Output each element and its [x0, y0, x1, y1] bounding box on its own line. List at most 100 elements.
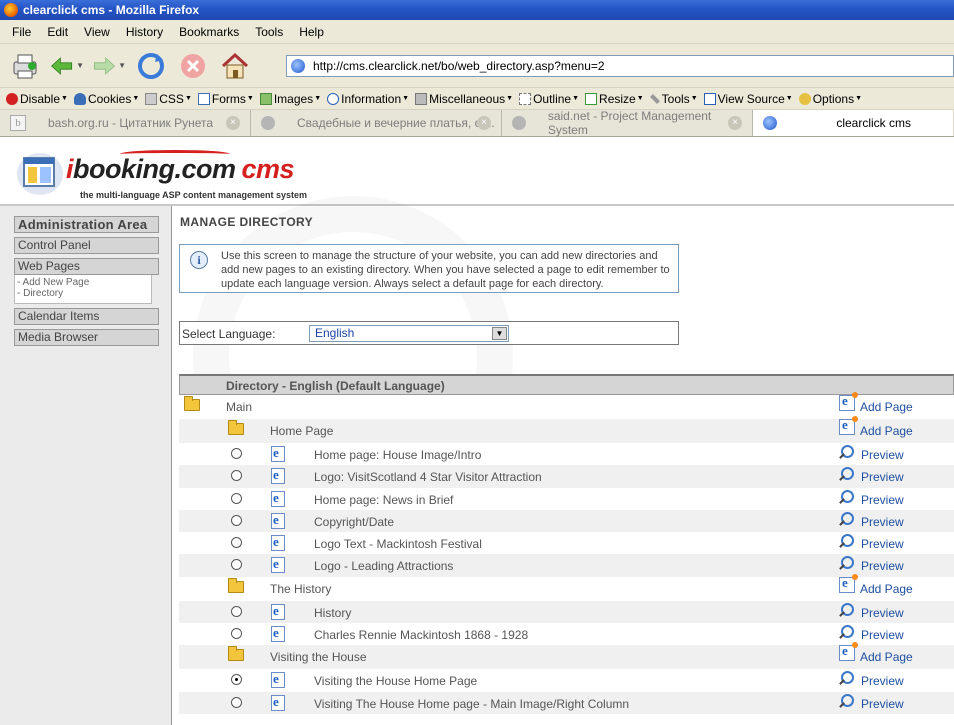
- page-icon[interactable]: [271, 671, 285, 689]
- sidebar-item-control-panel[interactable]: Control Panel: [14, 237, 159, 254]
- page-icon[interactable]: [271, 534, 285, 552]
- directory-name[interactable]: Home Page: [270, 424, 333, 438]
- sidebar: Administration Area Control Panel Web Pa…: [0, 206, 172, 725]
- default-page-radio[interactable]: [231, 628, 242, 640]
- page-icon[interactable]: [271, 445, 285, 462]
- preview-link[interactable]: Preview: [839, 601, 904, 623]
- info-icon: [327, 92, 340, 105]
- devbar-tools[interactable]: Tools ▼: [649, 92, 698, 106]
- preview-link[interactable]: Preview: [839, 465, 904, 487]
- close-tab-icon[interactable]: ×: [226, 116, 240, 130]
- page-icon[interactable]: [271, 467, 285, 485]
- sidebar-item-media-browser[interactable]: Media Browser: [14, 329, 159, 346]
- page-name[interactable]: History: [314, 606, 351, 620]
- page-name[interactable]: Visiting the House Home Page: [314, 674, 477, 688]
- directory-name[interactable]: Main: [226, 400, 252, 414]
- menu-history[interactable]: History: [126, 25, 163, 39]
- page-icon[interactable]: [271, 512, 285, 529]
- forward-button[interactable]: ▼: [92, 49, 126, 83]
- back-button[interactable]: ▼: [50, 49, 84, 83]
- stop-button[interactable]: [176, 49, 210, 83]
- page-name[interactable]: Logo Text - Mackintosh Festival: [314, 537, 482, 551]
- preview-link[interactable]: Preview: [839, 532, 904, 554]
- menu-file[interactable]: File: [12, 25, 31, 39]
- page-icon[interactable]: [271, 603, 285, 620]
- devbar-miscellaneous[interactable]: Miscellaneous ▼: [415, 92, 513, 106]
- preview-link[interactable]: Preview: [839, 692, 904, 714]
- default-page-radio[interactable]: [231, 492, 242, 504]
- default-page-radio[interactable]: [231, 605, 242, 617]
- add-page-link[interactable]: Add Page: [839, 573, 913, 599]
- default-page-radio[interactable]: [231, 514, 242, 526]
- devbar-css[interactable]: CSS ▼: [145, 92, 192, 106]
- add-page-link[interactable]: Add Page: [839, 392, 913, 417]
- reload-button[interactable]: [134, 49, 168, 83]
- tab-said-net[interactable]: said.net - Project Management System ×: [502, 109, 753, 137]
- sidebar-item-add-new-page[interactable]: - Add New Page: [17, 277, 151, 288]
- page-name[interactable]: Logo: VisitScotland 4 Star Visitor Attra…: [314, 470, 542, 484]
- tab-bash[interactable]: b bash.org.ru - Цитатник Рунета ×: [0, 110, 251, 136]
- devbar-resize[interactable]: Resize ▼: [585, 92, 644, 106]
- page-header: ibooking.com cms the multi-language ASP c…: [0, 138, 954, 206]
- page-name[interactable]: Visiting The House Home page - Main Imag…: [314, 697, 629, 711]
- address-bar[interactable]: http://cms.clearclick.net/bo/web_directo…: [286, 55, 954, 77]
- sidebar-item-directory[interactable]: - Directory: [17, 288, 151, 299]
- menu-view[interactable]: View: [84, 25, 110, 39]
- page-icon[interactable]: [271, 625, 285, 643]
- folder-icon[interactable]: [228, 577, 244, 593]
- tab-wedding-dresses[interactable]: Свадебные и вечерние платья, ст... ×: [251, 110, 502, 136]
- default-page-radio[interactable]: [231, 448, 242, 459]
- directory-name[interactable]: The History: [270, 582, 331, 596]
- close-tab-icon[interactable]: ×: [477, 116, 491, 130]
- home-button[interactable]: [218, 49, 252, 83]
- sidebar-item-web-pages[interactable]: Web Pages: [14, 258, 159, 275]
- default-page-radio[interactable]: [231, 559, 242, 571]
- preview-link[interactable]: Preview: [839, 488, 904, 510]
- devbar-options[interactable]: Options ▼: [798, 92, 862, 106]
- menu-tools[interactable]: Tools: [255, 25, 283, 39]
- close-tab-icon[interactable]: ×: [728, 116, 742, 130]
- page-icon[interactable]: [271, 556, 285, 574]
- language-select[interactable]: English ▼: [309, 325, 509, 342]
- default-page-radio[interactable]: [231, 674, 242, 686]
- sidebar-item-administration[interactable]: Administration Area: [14, 216, 159, 233]
- devbar-images[interactable]: Images ▼: [259, 92, 321, 106]
- page-name[interactable]: Logo - Leading Attractions: [314, 559, 453, 573]
- logo[interactable]: ibooking.com cms: [66, 154, 295, 185]
- sidebar-item-calendar-items[interactable]: Calendar Items: [14, 308, 159, 325]
- preview-link[interactable]: Preview: [839, 510, 904, 532]
- devbar-forms[interactable]: Forms ▼: [197, 92, 254, 106]
- page-icon[interactable]: [271, 694, 285, 711]
- default-page-radio[interactable]: [231, 537, 242, 549]
- devbar-cookies[interactable]: Cookies ▼: [73, 92, 139, 106]
- page-icon[interactable]: [271, 490, 285, 507]
- default-page-radio[interactable]: [231, 696, 242, 708]
- page-name[interactable]: Charles Rennie Mackintosh 1868 - 1928: [314, 628, 528, 642]
- folder-icon[interactable]: [228, 420, 244, 435]
- back-dropdown-icon[interactable]: ▼: [76, 61, 84, 70]
- page-name[interactable]: Home page: House Image/Intro: [314, 448, 481, 462]
- folder-icon[interactable]: [228, 646, 244, 662]
- page-name[interactable]: Copyright/Date: [314, 515, 394, 529]
- devbar-view-source[interactable]: View Source ▼: [703, 92, 793, 106]
- directory-name[interactable]: Visiting the House: [270, 650, 367, 664]
- forward-dropdown-icon[interactable]: ▼: [118, 61, 126, 70]
- preview-link[interactable]: Preview: [839, 443, 904, 465]
- add-page-link[interactable]: Add Page: [839, 416, 913, 441]
- menu-bookmarks[interactable]: Bookmarks: [179, 25, 239, 39]
- page-name[interactable]: Home page: News in Brief: [314, 493, 453, 507]
- tab-clearclick[interactable]: clearclick cms: [753, 110, 953, 136]
- preview-link[interactable]: Preview: [839, 669, 904, 691]
- folder-icon[interactable]: [184, 396, 200, 411]
- devbar-disable[interactable]: Disable ▼: [6, 92, 68, 106]
- preview-link[interactable]: Preview: [839, 623, 904, 645]
- devbar-information[interactable]: Information ▼: [327, 92, 409, 106]
- chevron-down-icon[interactable]: ▼: [492, 327, 507, 340]
- menu-edit[interactable]: Edit: [47, 25, 68, 39]
- new-page-button[interactable]: [8, 49, 42, 83]
- preview-link[interactable]: Preview: [839, 554, 904, 576]
- add-page-link[interactable]: Add Page: [839, 642, 913, 667]
- menu-help[interactable]: Help: [299, 25, 324, 39]
- default-page-radio[interactable]: [231, 470, 242, 482]
- devbar-outline[interactable]: Outline ▼: [519, 92, 579, 106]
